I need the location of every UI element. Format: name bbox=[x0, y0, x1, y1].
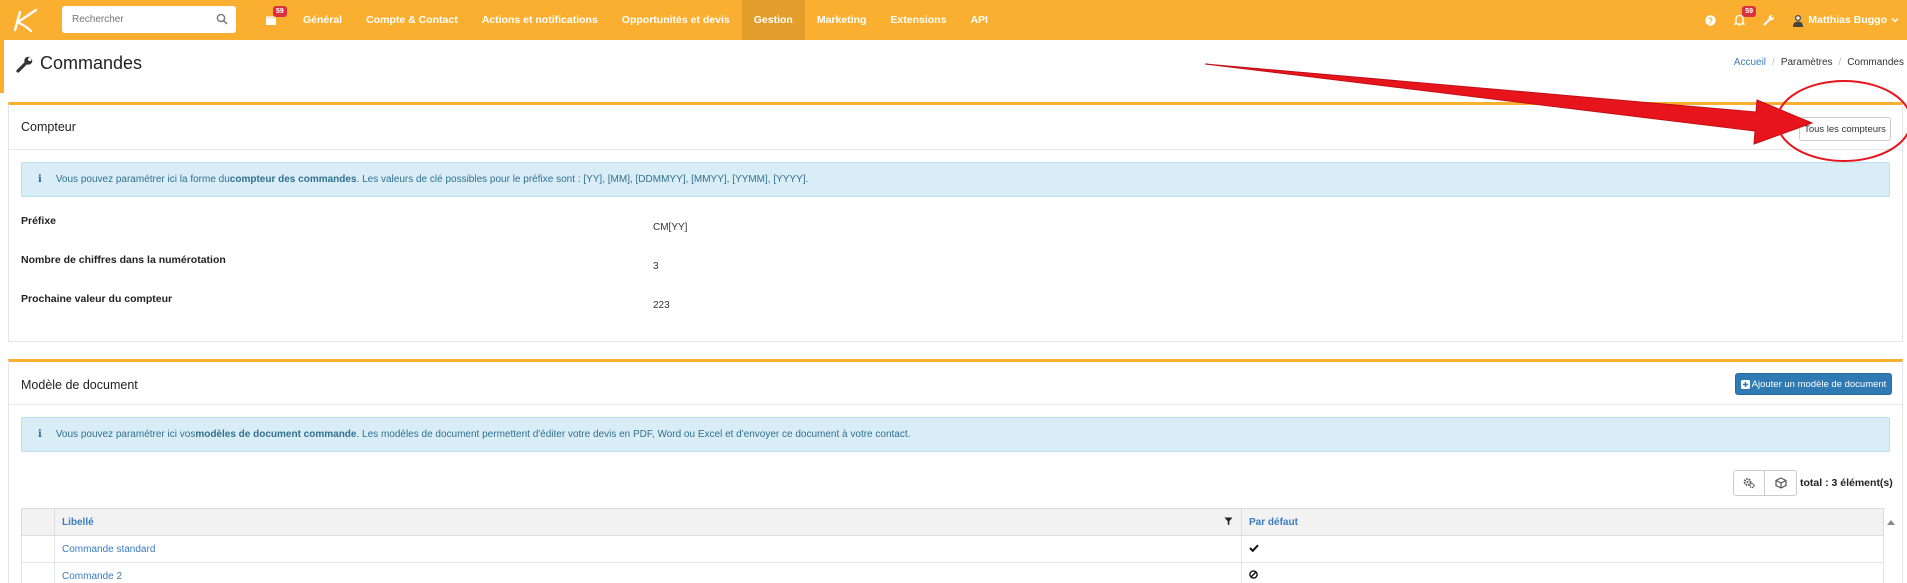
logo-icon bbox=[13, 8, 38, 32]
calendar-menu[interactable]: 59 bbox=[255, 0, 287, 40]
alert-text-bold: modèles de document commande bbox=[195, 429, 357, 440]
panel-divider bbox=[9, 149, 1902, 150]
alert-text-suffix: . Les valeurs de clé possibles pour le p… bbox=[356, 174, 809, 185]
panel-divider bbox=[9, 404, 1902, 405]
app-logo[interactable] bbox=[4, 0, 44, 40]
digits-value: 3 bbox=[653, 261, 659, 272]
template-name-link[interactable]: Commande standard bbox=[54, 535, 1242, 563]
alert-text-prefix: Vous pouvez paramétrer ici vos bbox=[55, 429, 196, 440]
cube-icon bbox=[1774, 477, 1787, 489]
page-title-text: Commandes bbox=[40, 53, 143, 73]
help-button[interactable]: ? bbox=[1696, 0, 1725, 40]
search-icon[interactable] bbox=[216, 13, 228, 25]
settings-button[interactable] bbox=[1754, 0, 1784, 40]
wrench-icon bbox=[1763, 15, 1775, 26]
topbar-tools: ? 59 Matthias Buggo bbox=[1696, 0, 1903, 40]
breadcrumb-accueil[interactable]: Accueil bbox=[1734, 57, 1766, 68]
nav-actions-notifications[interactable]: Actions et notifications bbox=[470, 0, 610, 40]
par-defaut-column-header[interactable]: Par défaut bbox=[1241, 508, 1884, 536]
breadcrumb-separator: / bbox=[1772, 57, 1775, 68]
prefix-label: Préfixe bbox=[21, 215, 57, 227]
avatar bbox=[1793, 14, 1804, 27]
libelle-column-header[interactable]: Libellé bbox=[54, 508, 1242, 536]
breadcrumb-separator: / bbox=[1838, 57, 1842, 68]
column-settings-button[interactable] bbox=[1733, 470, 1765, 496]
help-icon: ? bbox=[1705, 14, 1716, 26]
wrench-icon bbox=[16, 56, 33, 73]
chevron-down-icon bbox=[1891, 18, 1899, 23]
compteur-panel-title: Compteur bbox=[21, 120, 76, 134]
select-column-header bbox=[21, 508, 55, 536]
gears-icon bbox=[1743, 478, 1755, 489]
modele-panel: Modèle de document Ajouter un modèle de … bbox=[8, 359, 1903, 583]
next-value-label: Prochaine valeur du compteur bbox=[21, 293, 173, 305]
nav-extensions[interactable]: Extensions bbox=[878, 0, 958, 40]
alert-text-prefix: Vous pouvez paramétrer ici la forme du bbox=[55, 174, 230, 185]
ban-icon bbox=[1249, 570, 1258, 579]
breadcrumb: Accueil / Paramètres / Commandes bbox=[1734, 57, 1904, 68]
all-counters-button[interactable]: Tous les compteurs bbox=[1799, 117, 1891, 141]
breadcrumb-current: Commandes bbox=[1847, 57, 1904, 68]
nav-general[interactable]: Général bbox=[287, 0, 354, 40]
libelle-header-label: Libellé bbox=[62, 516, 94, 528]
alert-text-bold: compteur des commandes bbox=[229, 174, 357, 185]
main-nav: 59 Général Compte & Contact Actions et n… bbox=[255, 0, 1000, 40]
modele-info-alert: i Vous pouvez paramétrer ici vos modèles… bbox=[21, 417, 1890, 452]
search-input[interactable] bbox=[62, 14, 202, 25]
page-header: Commandes Accueil / Paramètres / Command… bbox=[0, 40, 1907, 93]
compteur-info-alert: i Vous pouvez paramétrer ici la forme du… bbox=[21, 162, 1890, 197]
table-row[interactable]: Commande standard bbox=[21, 535, 1884, 563]
template-name-link[interactable]: Commande 2 bbox=[54, 562, 1242, 583]
check-icon bbox=[1249, 544, 1259, 552]
templates-table: Libellé Par défaut Commande standard Com… bbox=[21, 508, 1884, 583]
search-box[interactable] bbox=[62, 6, 236, 33]
nav-marketing[interactable]: Marketing bbox=[805, 0, 879, 40]
modele-panel-title: Modèle de document bbox=[21, 378, 138, 392]
nav-compte-contact[interactable]: Compte & Contact bbox=[354, 0, 470, 40]
default-cell bbox=[1241, 535, 1884, 563]
info-icon: i bbox=[38, 174, 42, 185]
compteur-panel: Compteur Tous les compteurs i Vous pouve… bbox=[8, 102, 1903, 342]
top-navbar: 59 Général Compte & Contact Actions et n… bbox=[0, 0, 1907, 40]
nav-gestion[interactable]: Gestion bbox=[741, 0, 805, 40]
nav-api[interactable]: API bbox=[958, 0, 1000, 40]
add-template-label: Ajouter un modèle de document bbox=[1751, 378, 1887, 390]
breadcrumb-parametres[interactable]: Paramètres bbox=[1781, 57, 1833, 68]
scroll-up-icon[interactable] bbox=[1887, 519, 1895, 525]
svg-text:?: ? bbox=[1708, 16, 1713, 25]
total-count: total : 3 élément(s) bbox=[1800, 477, 1893, 489]
info-icon: i bbox=[38, 429, 42, 440]
alert-text-suffix: . Les modèles de document permettent d'é… bbox=[356, 429, 911, 440]
table-header-row: Libellé Par défaut bbox=[21, 508, 1884, 536]
default-cell bbox=[1241, 562, 1884, 583]
filter-icon[interactable] bbox=[1224, 517, 1233, 526]
user-name: Matthias Buggo bbox=[1808, 14, 1887, 26]
row-select-cell bbox=[21, 535, 55, 563]
plus-icon bbox=[1740, 379, 1750, 389]
calendar-badge: 59 bbox=[273, 6, 287, 17]
add-template-button[interactable]: Ajouter un modèle de document bbox=[1735, 373, 1892, 395]
next-value-value: 223 bbox=[653, 300, 670, 311]
export-button[interactable] bbox=[1765, 470, 1797, 496]
table-row[interactable]: Commande 2 bbox=[21, 562, 1884, 583]
notifications-button[interactable]: 59 bbox=[1725, 0, 1757, 40]
nav-opportunites-devis[interactable]: Opportunités et devis bbox=[610, 0, 742, 40]
table-tools bbox=[1733, 470, 1797, 496]
row-select-cell bbox=[21, 562, 55, 583]
page-title: Commandes bbox=[16, 53, 142, 74]
user-menu[interactable]: Matthias Buggo bbox=[1784, 14, 1903, 27]
digits-label: Nombre de chiffres dans la numérotation bbox=[21, 254, 226, 266]
prefix-value: CM[YY] bbox=[653, 222, 688, 233]
